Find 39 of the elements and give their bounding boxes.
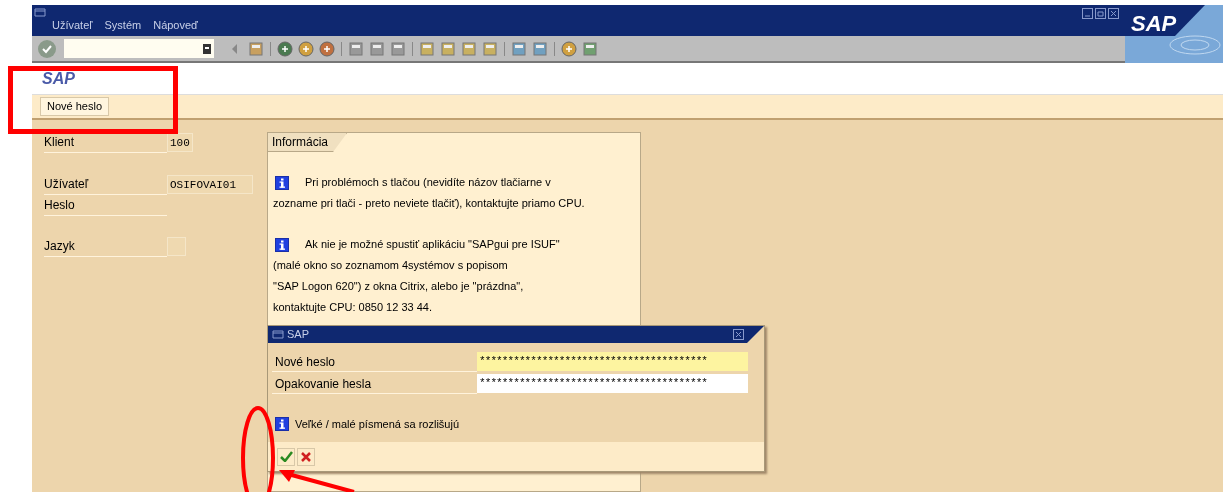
- field-label: Nové heslo: [272, 352, 477, 372]
- info-icon: [275, 417, 289, 432]
- password-field[interactable]: ****************************************: [477, 374, 748, 393]
- menu-item[interactable]: Nápoveď: [153, 16, 198, 33]
- info-tab[interactable]: Informácia: [268, 133, 348, 152]
- restore-icon[interactable]: [1095, 8, 1106, 19]
- menu-item[interactable]: Užívateľ: [52, 16, 93, 33]
- dropdown-icon[interactable]: [203, 43, 211, 54]
- confirm-button[interactable]: [277, 447, 295, 466]
- command-field[interactable]: [64, 39, 214, 58]
- input-field[interactable]: [167, 237, 186, 256]
- cross-icon: [301, 451, 311, 462]
- enter-button[interactable]: [38, 39, 56, 58]
- info-text: zozname pri tlači - preto neviete tlačiť), kontaktujte priamo CPU.: [273, 196, 585, 212]
- new-password-button[interactable]: Nové heslo: [40, 97, 110, 116]
- screen-title: SAP: [42, 68, 75, 89]
- info-text: "SAP Logon 620") z okna Citrix, alebo je "prázdna",: [273, 279, 524, 295]
- close-icon[interactable]: [1108, 8, 1119, 19]
- dialog-title: SAP: [287, 327, 309, 343]
- input-field[interactable]: OSIFOVAI01: [167, 175, 253, 194]
- menu-item[interactable]: Systém: [104, 16, 142, 33]
- cancel-button[interactable]: [297, 447, 315, 466]
- check-icon: [279, 451, 293, 462]
- info-text: (malé okno so zoznamom 4systémov s popisom: [273, 258, 508, 274]
- info-text: Pri problémoch s tlačou (nevidíte názov tlačiarne v: [305, 175, 551, 191]
- logo-text: SAP: [1131, 10, 1177, 38]
- info-text: Ak nie je možné spustiť aplikáciu "SAPgui pre ISUF": [305, 237, 560, 253]
- field-label: Heslo: [44, 195, 167, 216]
- window-icon: [272, 330, 284, 339]
- close-icon[interactable]: [733, 329, 744, 340]
- info-icon: [275, 237, 289, 252]
- note-text: Veľké / malé písmená sa rozlišujú: [295, 417, 459, 432]
- field-label: Opakovanie hesla: [272, 374, 477, 394]
- info-icon: [275, 175, 289, 190]
- minimize-icon[interactable]: [1082, 8, 1093, 19]
- window-icon: [34, 8, 46, 17]
- input-field[interactable]: 100: [167, 133, 193, 152]
- password-field[interactable]: ****************************************: [477, 352, 748, 371]
- info-text: kontaktujte CPU: 0850 12 33 44.: [273, 300, 432, 316]
